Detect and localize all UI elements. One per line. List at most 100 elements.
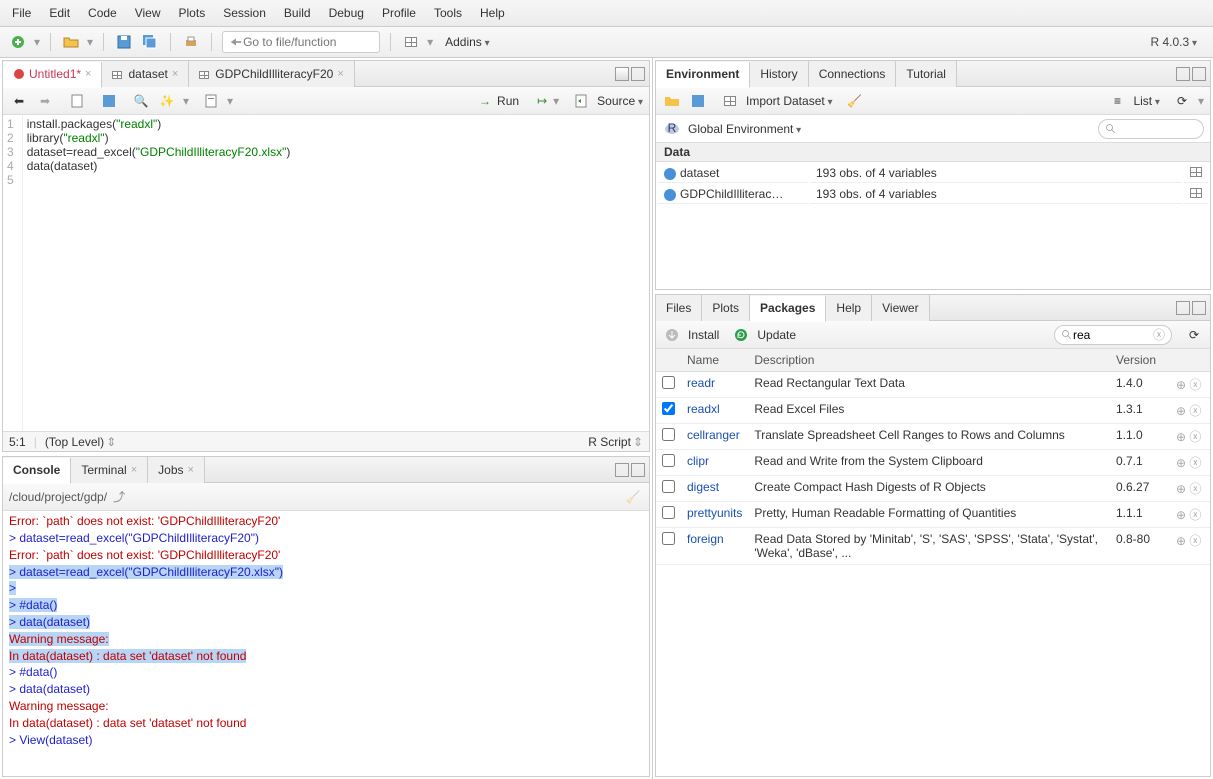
new-file-button[interactable] [8, 32, 28, 52]
menu-code[interactable]: Code [88, 6, 117, 20]
back-icon[interactable]: ⬅ [9, 91, 29, 111]
web-icon[interactable]: ⊕ [1176, 534, 1186, 548]
source-file-icon[interactable] [571, 91, 591, 111]
packages-search-field[interactable] [1073, 328, 1153, 342]
clear-env-icon[interactable]: 🧹 [845, 91, 865, 111]
env-scope-selector[interactable]: Global Environment [688, 122, 801, 136]
web-icon[interactable]: ⊕ [1176, 404, 1186, 418]
minimize-icon[interactable] [1176, 301, 1190, 315]
package-name-link[interactable]: clipr [687, 454, 709, 468]
web-icon[interactable]: ⊕ [1176, 482, 1186, 496]
forward-icon[interactable]: ➡ [35, 91, 55, 111]
col-desc[interactable]: Description [748, 349, 1110, 372]
env-tab-history[interactable]: History [750, 61, 808, 87]
print-button[interactable] [181, 32, 201, 52]
view-table-icon[interactable] [1190, 167, 1202, 177]
tab-help[interactable]: Help [826, 295, 872, 321]
minimize-icon[interactable] [615, 67, 629, 81]
packages-search[interactable]: ⓧ [1054, 325, 1172, 345]
save-all-button[interactable] [140, 32, 160, 52]
view-table-icon[interactable] [1190, 188, 1202, 198]
clear-console-icon[interactable]: 🧹 [623, 487, 643, 507]
grid-button[interactable] [401, 32, 421, 52]
console-tab-console[interactable]: Console [3, 458, 71, 484]
env-search-field[interactable] [1117, 122, 1197, 136]
goto-file-field[interactable] [243, 35, 373, 49]
env-row[interactable]: GDPChildIlliterac…193 obs. of 4 variable… [658, 185, 1208, 204]
menu-help[interactable]: Help [480, 6, 505, 20]
report-icon[interactable] [201, 91, 221, 111]
col-version[interactable]: Version [1110, 349, 1170, 372]
remove-package-icon[interactable]: ⓧ [1189, 430, 1201, 444]
package-checkbox[interactable] [662, 532, 675, 545]
env-search[interactable] [1098, 119, 1204, 139]
wand-icon[interactable]: ✨ [157, 91, 177, 111]
close-tab-icon[interactable]: × [337, 68, 343, 80]
install-button[interactable]: Install [688, 328, 719, 342]
open-file-button[interactable] [61, 32, 81, 52]
addins-menu[interactable]: Addins [445, 35, 490, 49]
remove-package-icon[interactable]: ⓧ [1189, 534, 1201, 548]
col-name[interactable]: Name [681, 349, 748, 372]
run-button[interactable]: Run [497, 94, 519, 108]
package-name-link[interactable]: prettyunits [687, 506, 742, 520]
source-tab[interactable]: dataset× [102, 61, 189, 87]
maximize-icon[interactable] [631, 463, 645, 477]
env-tab-connections[interactable]: Connections [809, 61, 897, 87]
menu-profile[interactable]: Profile [382, 6, 416, 20]
package-name-link[interactable]: readr [687, 376, 715, 390]
source-tab[interactable]: Untitled1*× [3, 62, 102, 88]
source-tab[interactable]: GDPChildIlliteracyF20× [189, 61, 354, 87]
console-output[interactable]: Error: `path` does not exist: 'GDPChildI… [3, 511, 649, 776]
menu-debug[interactable]: Debug [329, 6, 364, 20]
package-name-link[interactable]: foreign [687, 532, 724, 546]
web-icon[interactable]: ⊕ [1176, 378, 1186, 392]
save-button[interactable] [114, 32, 134, 52]
list-view-icon[interactable]: ≡ [1107, 91, 1127, 111]
env-tab-environment[interactable]: Environment [656, 62, 750, 88]
code-editor[interactable]: 12345 install.packages("readxl")library(… [3, 115, 649, 431]
save-source-icon[interactable] [99, 91, 119, 111]
package-checkbox[interactable] [662, 376, 675, 389]
menu-tools[interactable]: Tools [434, 6, 462, 20]
menu-build[interactable]: Build [284, 6, 311, 20]
tab-packages[interactable]: Packages [750, 296, 826, 322]
load-workspace-icon[interactable] [662, 91, 682, 111]
remove-package-icon[interactable]: ⓧ [1189, 482, 1201, 496]
path-browse-icon[interactable]: ⤴ [113, 488, 125, 505]
package-checkbox[interactable] [662, 428, 675, 441]
tab-viewer[interactable]: Viewer [872, 295, 929, 321]
minimize-icon[interactable] [1176, 67, 1190, 81]
tab-plots[interactable]: Plots [702, 295, 750, 321]
update-button[interactable]: Update [757, 328, 796, 342]
clear-search-icon[interactable]: ⓧ [1153, 326, 1165, 343]
find-icon[interactable]: 🔍 [131, 91, 151, 111]
menu-session[interactable]: Session [223, 6, 266, 20]
show-doc-icon[interactable] [67, 91, 87, 111]
web-icon[interactable]: ⊕ [1176, 508, 1186, 522]
install-icon[interactable] [662, 325, 682, 345]
web-icon[interactable]: ⊕ [1176, 456, 1186, 470]
file-mode[interactable]: R Script [588, 435, 631, 449]
tab-files[interactable]: Files [656, 295, 702, 321]
scope-selector[interactable]: (Top Level) [45, 435, 104, 449]
console-tab-terminal[interactable]: Terminal× [71, 457, 148, 483]
close-tab-icon[interactable]: × [85, 68, 91, 80]
save-workspace-icon[interactable] [688, 91, 708, 111]
import-dataset-button[interactable]: Import Dataset [746, 94, 833, 108]
menu-plots[interactable]: Plots [179, 6, 206, 20]
goto-file-input[interactable] [222, 31, 380, 53]
update-icon[interactable] [731, 325, 751, 345]
source-button[interactable]: Source [597, 94, 643, 108]
close-tab-icon[interactable]: × [188, 464, 194, 476]
close-tab-icon[interactable]: × [172, 68, 178, 80]
menu-edit[interactable]: Edit [49, 6, 70, 20]
package-checkbox[interactable] [662, 480, 675, 493]
remove-package-icon[interactable]: ⓧ [1189, 456, 1201, 470]
maximize-icon[interactable] [1192, 67, 1206, 81]
package-name-link[interactable]: cellranger [687, 428, 740, 442]
web-icon[interactable]: ⊕ [1176, 430, 1186, 444]
menu-file[interactable]: File [12, 6, 31, 20]
package-name-link[interactable]: digest [687, 480, 719, 494]
package-checkbox[interactable] [662, 454, 675, 467]
